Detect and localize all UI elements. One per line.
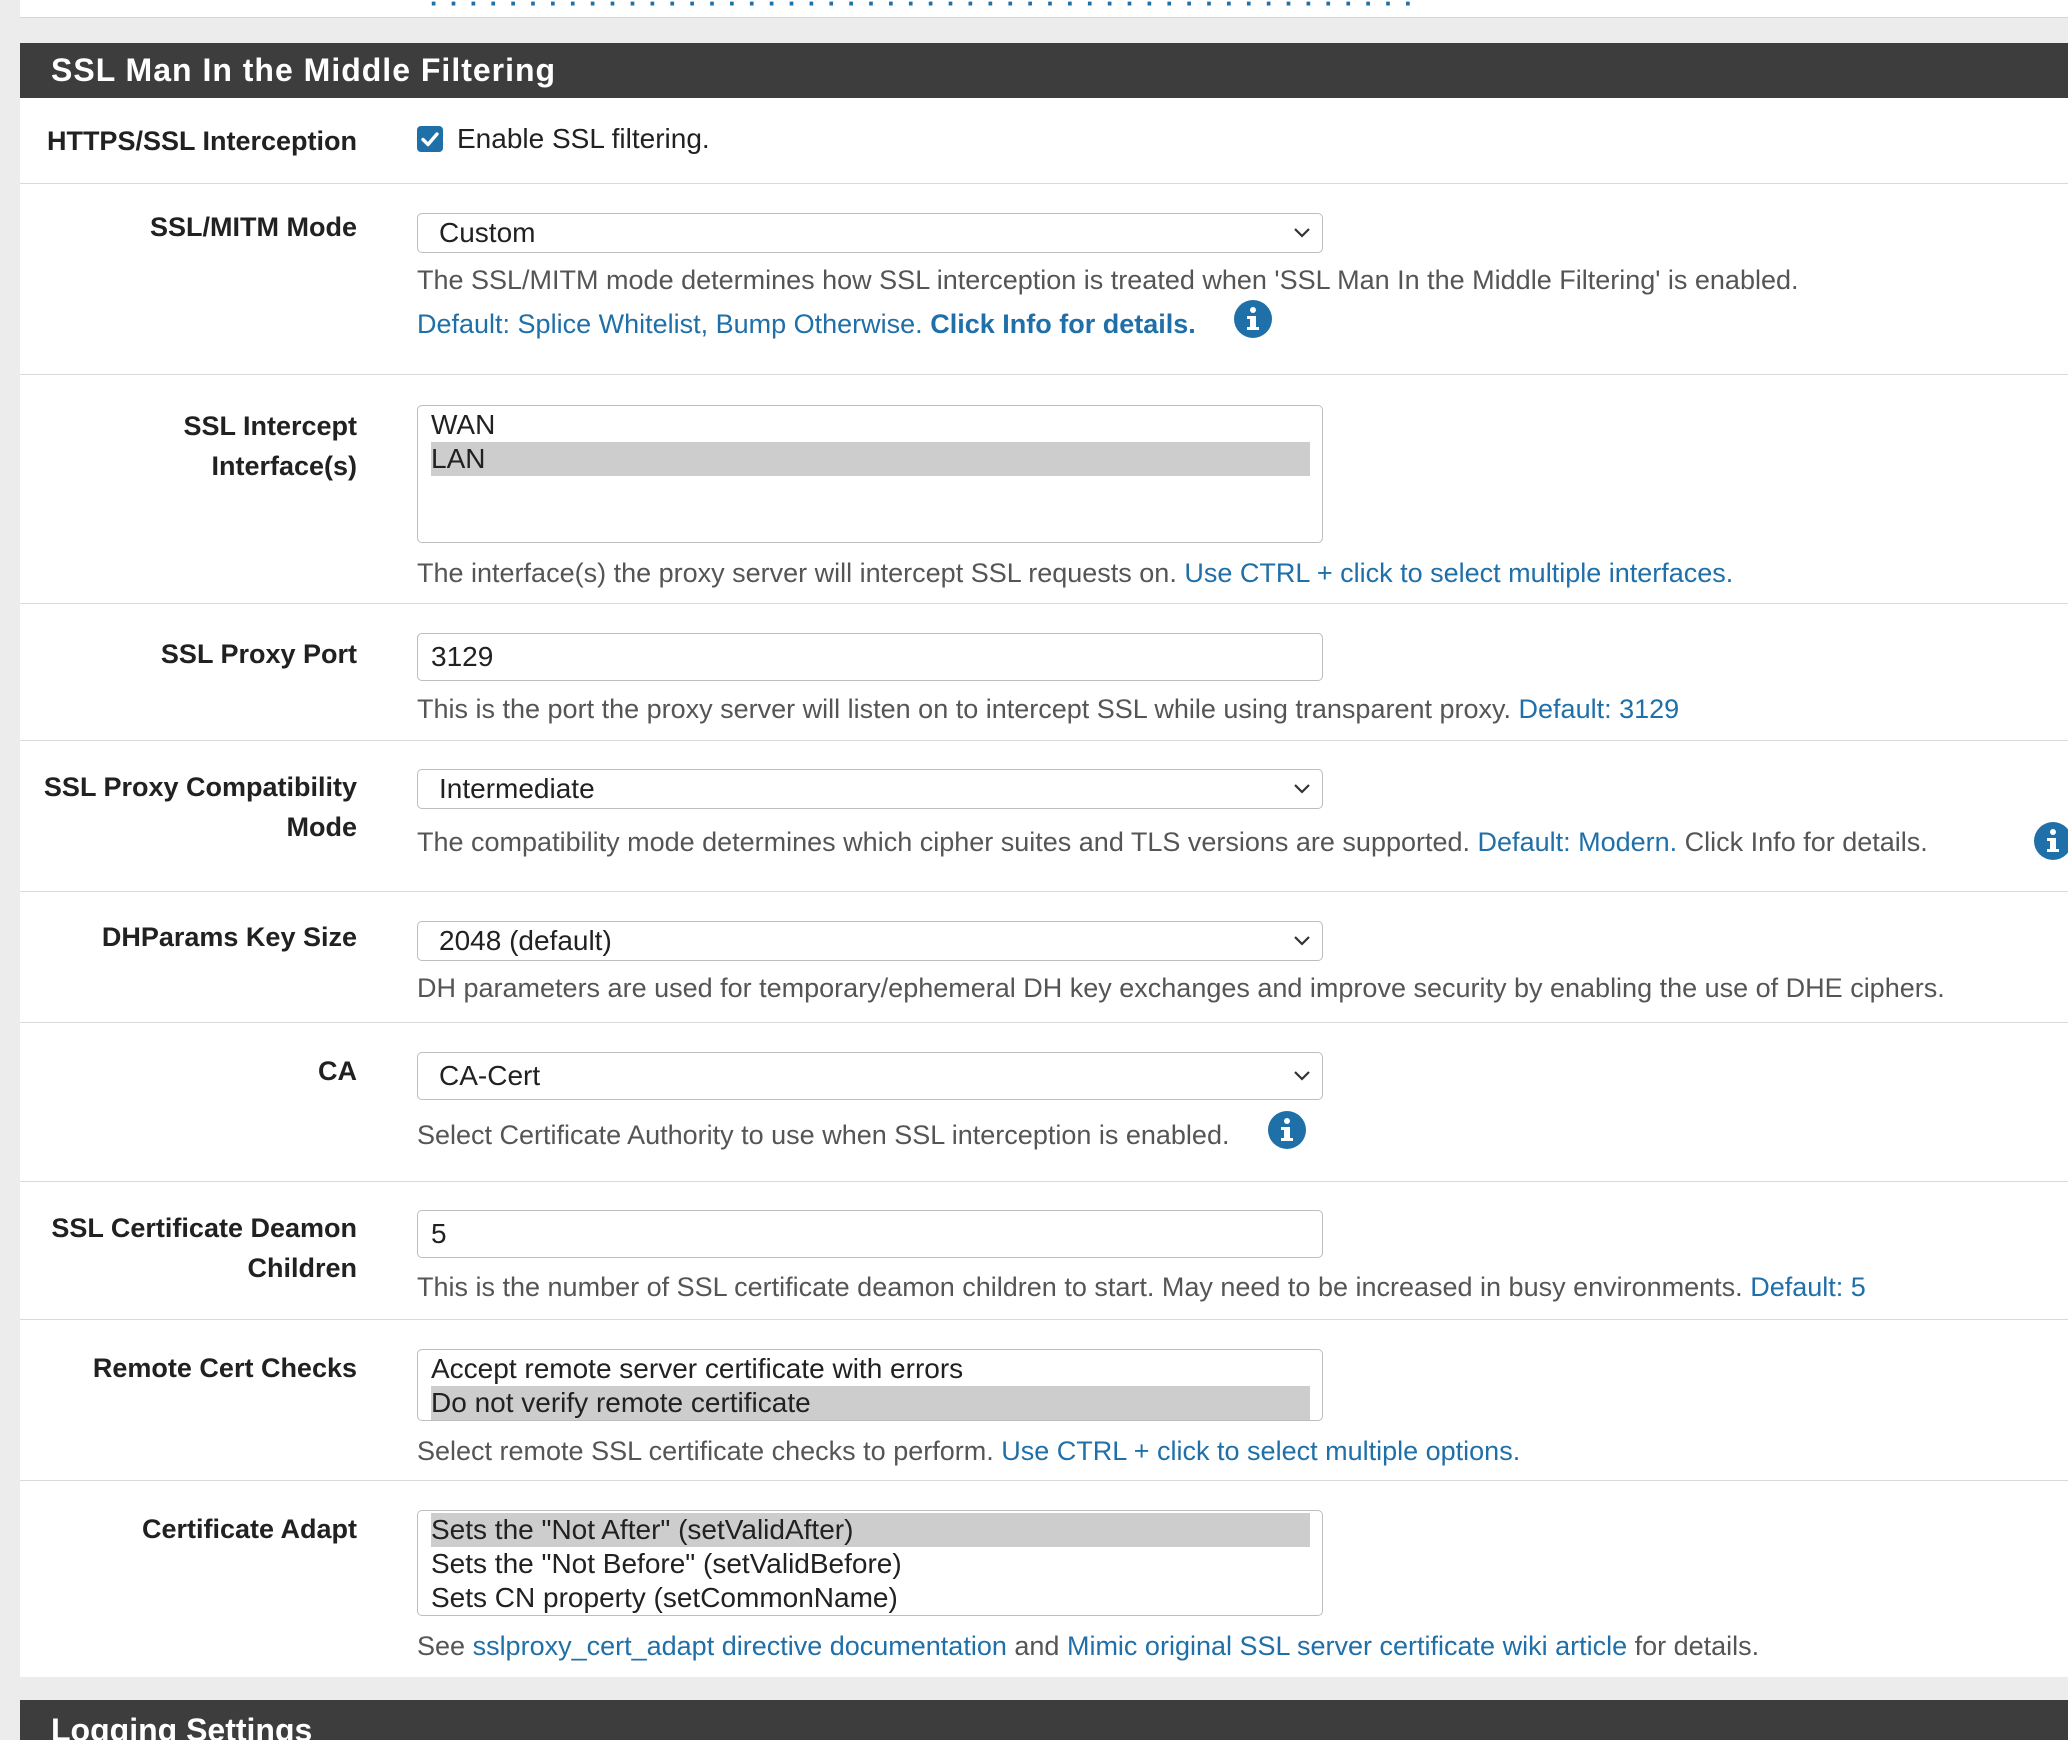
enable-ssl-filtering-checkbox[interactable] [417, 126, 443, 152]
listbox-option-lan[interactable]: LAN [431, 442, 1310, 476]
sslproxy-cert-adapt-doc-link[interactable]: sslproxy_cert_adapt directive documentat… [473, 1631, 1007, 1661]
enable-ssl-filtering-label[interactable]: Enable SSL filtering. [457, 123, 710, 154]
field-label: SSL Certificate Deamon Children [51, 1213, 357, 1283]
row-remote-cert-checks: Remote Cert Checks Accept remote server … [20, 1320, 2068, 1481]
panel-title: SSL Man In the Middle Filtering [20, 43, 2068, 98]
row-ssl-proxy-compat-mode: SSL Proxy Compatibility Mode Intermediat… [20, 741, 2068, 892]
ca-select[interactable]: CA-Cert [417, 1052, 1323, 1100]
remote-cert-checks-listbox[interactable]: Accept remote server certificate with er… [417, 1349, 1323, 1421]
row-ssl-proxy-port: SSL Proxy Port 3129 This is the port the… [20, 604, 2068, 741]
certificate-adapt-help-mid: and [1014, 1631, 1060, 1661]
mimic-ssl-wiki-link[interactable]: Mimic original SSL server certificate wi… [1067, 1631, 1627, 1661]
field-label: SSL Intercept Interface(s) [183, 411, 357, 481]
listbox-option-set-valid-before[interactable]: Sets the "Not Before" (setValidBefore) [431, 1547, 1310, 1581]
select-value: CA-Cert [439, 1060, 541, 1091]
select-value: Custom [439, 217, 536, 248]
ssl-intercept-interfaces-listbox[interactable]: WAN LAN [417, 405, 1323, 543]
chevron-down-icon [1294, 784, 1310, 794]
certificate-adapt-help-prefix: See [417, 1631, 466, 1661]
field-label: DHParams Key Size [101, 922, 357, 952]
chevron-down-icon [1294, 936, 1310, 946]
previous-panel-edge: · · · · · · · · · · · · · · · · · · · · … [20, 0, 2068, 18]
dhparams-key-size-select[interactable]: 2048 (default) [417, 921, 1323, 961]
field-label: SSL Proxy Compatibility Mode [43, 772, 357, 842]
ssl-proxy-port-input[interactable]: 3129 [417, 633, 1323, 681]
listbox-option-set-valid-after[interactable]: Sets the "Not After" (setValidAfter) [431, 1513, 1310, 1547]
dhparams-help: DH parameters are used for temporary/eph… [417, 973, 1945, 1003]
click-info-details: Click Info for details. [1684, 827, 1928, 857]
row-https-ssl-interception: HTTPS/SSL Interception Enable SSL filter… [20, 98, 2068, 184]
ssl-mitm-mode-default: Default: Splice Whitelist, Bump Otherwis… [417, 309, 923, 339]
ssl-cert-deamon-children-input[interactable]: 5 [417, 1210, 1323, 1258]
ssl-cert-deamon-children-help: This is the number of SSL certificate de… [417, 1272, 1743, 1302]
field-label: Remote Cert Checks [92, 1353, 357, 1383]
row-dhparams-key-size: DHParams Key Size 2048 (default) DH para… [20, 892, 2068, 1023]
ssl-mitm-mode-select[interactable]: Custom [417, 213, 1323, 253]
listbox-option-do-not-verify[interactable]: Do not verify remote certificate [431, 1386, 1310, 1420]
ssl-proxy-compat-mode-help: The compatibility mode determines which … [417, 827, 1471, 857]
field-label: CA [318, 1056, 357, 1086]
row-certificate-adapt: Certificate Adapt Sets the "Not After" (… [20, 1481, 2068, 1677]
ctrl-click-hint: Use CTRL + click to select multiple inte… [1184, 558, 1734, 588]
listbox-option-wan[interactable]: WAN [431, 408, 1310, 442]
ctrl-click-hint: Use CTRL + click to select multiple opti… [1001, 1436, 1521, 1466]
ssl-proxy-compat-mode-select[interactable]: Intermediate [417, 769, 1323, 809]
remote-cert-checks-help: Select remote SSL certificate checks to … [417, 1436, 994, 1466]
previous-panel-text-fragment: · · · · · · · · · · · · · · · · · · · · … [430, 0, 1415, 18]
info-circle-icon[interactable] [1233, 299, 1273, 339]
ssl-proxy-port-help: This is the port the proxy server will l… [417, 694, 1512, 724]
row-ssl-intercept-interfaces: SSL Intercept Interface(s) WAN LAN The i… [20, 375, 2068, 604]
chevron-down-icon [1294, 1071, 1310, 1081]
row-ssl-cert-deamon-children: SSL Certificate Deamon Children 5 This i… [20, 1182, 2068, 1320]
field-label: SSL/MITM Mode [150, 212, 357, 242]
ssl-proxy-port-default: Default: 3129 [1518, 694, 1680, 724]
ssl-mitm-panel: SSL Man In the Middle Filtering HTTPS/SS… [20, 43, 2068, 1677]
info-circle-icon[interactable] [2033, 821, 2068, 861]
certificate-adapt-help-suffix: for details. [1634, 1631, 1760, 1661]
ssl-proxy-compat-mode-default: Default: Modern. [1477, 827, 1678, 857]
row-ca: CA CA-Cert Select Certificate Authority … [20, 1023, 2068, 1182]
check-icon [421, 132, 439, 147]
info-circle-icon[interactable] [1267, 1110, 1307, 1150]
field-label: Certificate Adapt [141, 1514, 357, 1544]
ssl-mitm-mode-help: The SSL/MITM mode determines how SSL int… [417, 265, 1799, 295]
click-info-details: Click Info for details. [930, 309, 1196, 339]
next-panel-heading: Logging Settings [20, 1700, 2068, 1740]
ca-help: Select Certificate Authority to use when… [417, 1120, 1230, 1150]
listbox-option-accept-errors[interactable]: Accept remote server certificate with er… [431, 1352, 1310, 1386]
select-value: Intermediate [439, 773, 595, 804]
ssl-intercept-interfaces-help: The interface(s) the proxy server will i… [417, 558, 1177, 588]
certificate-adapt-listbox[interactable]: Sets the "Not After" (setValidAfter) Set… [417, 1510, 1323, 1616]
select-value: 2048 (default) [439, 925, 612, 956]
ssl-cert-deamon-children-default: Default: 5 [1750, 1272, 1866, 1302]
chevron-down-icon [1294, 228, 1310, 238]
field-label: SSL Proxy Port [160, 639, 357, 669]
next-panel-title: Logging Settings [51, 1712, 313, 1740]
field-label: HTTPS/SSL Interception [46, 126, 357, 156]
row-ssl-mitm-mode: SSL/MITM Mode Custom The SSL/MITM mode d… [20, 184, 2068, 375]
listbox-option-set-common-name[interactable]: Sets CN property (setCommonName) [431, 1581, 1310, 1615]
